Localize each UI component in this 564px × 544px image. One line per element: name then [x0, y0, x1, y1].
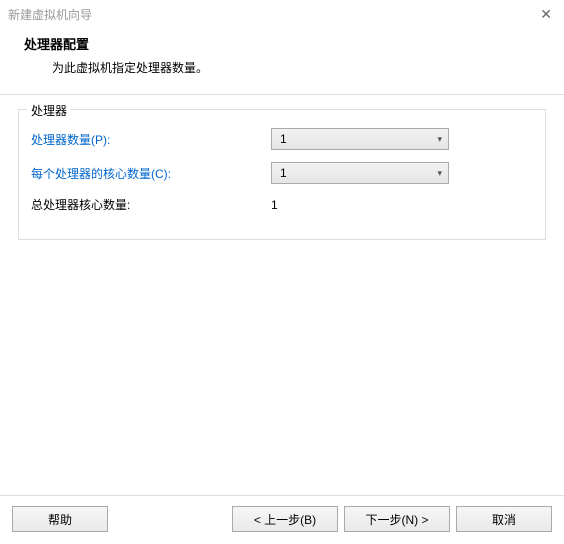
close-icon[interactable]: ✕	[536, 6, 556, 23]
dropdown-processor-count[interactable]: 1 ▾	[271, 128, 449, 150]
value-total-cores: 1	[271, 198, 278, 212]
row-processor-count: 处理器数量(P): 1 ▾	[31, 128, 533, 150]
footer: 帮助 < 上一步(B) 下一步(N) > 取消	[0, 495, 564, 544]
header: 处理器配置 为此虚拟机指定处理器数量。	[0, 28, 564, 86]
page-title: 处理器配置	[24, 34, 564, 53]
row-total-cores: 总处理器核心数量: 1	[31, 196, 533, 213]
window-title: 新建虚拟机向导	[8, 6, 92, 23]
group-title: 处理器	[27, 102, 71, 119]
chevron-down-icon: ▾	[437, 134, 442, 145]
dropdown-cores-per-processor[interactable]: 1 ▾	[271, 162, 449, 184]
processors-group: 处理器 处理器数量(P): 1 ▾ 每个处理器的核心数量(C): 1 ▾ 总处理…	[18, 109, 546, 240]
label-cores-per-processor: 每个处理器的核心数量(C):	[31, 165, 271, 182]
back-button[interactable]: < 上一步(B)	[232, 506, 338, 532]
dropdown-processor-count-value: 1	[280, 132, 287, 146]
titlebar: 新建虚拟机向导 ✕	[0, 0, 564, 28]
next-button[interactable]: 下一步(N) >	[344, 506, 450, 532]
page-description: 为此虚拟机指定处理器数量。	[24, 59, 564, 76]
label-processor-count: 处理器数量(P):	[31, 131, 271, 148]
content-area: 处理器 处理器数量(P): 1 ▾ 每个处理器的核心数量(C): 1 ▾ 总处理…	[0, 95, 564, 240]
row-cores-per-processor: 每个处理器的核心数量(C): 1 ▾	[31, 162, 533, 184]
label-total-cores: 总处理器核心数量:	[31, 196, 271, 213]
chevron-down-icon: ▾	[437, 168, 442, 179]
dropdown-cores-per-processor-value: 1	[280, 166, 287, 180]
cancel-button[interactable]: 取消	[456, 506, 552, 532]
help-button[interactable]: 帮助	[12, 506, 108, 532]
